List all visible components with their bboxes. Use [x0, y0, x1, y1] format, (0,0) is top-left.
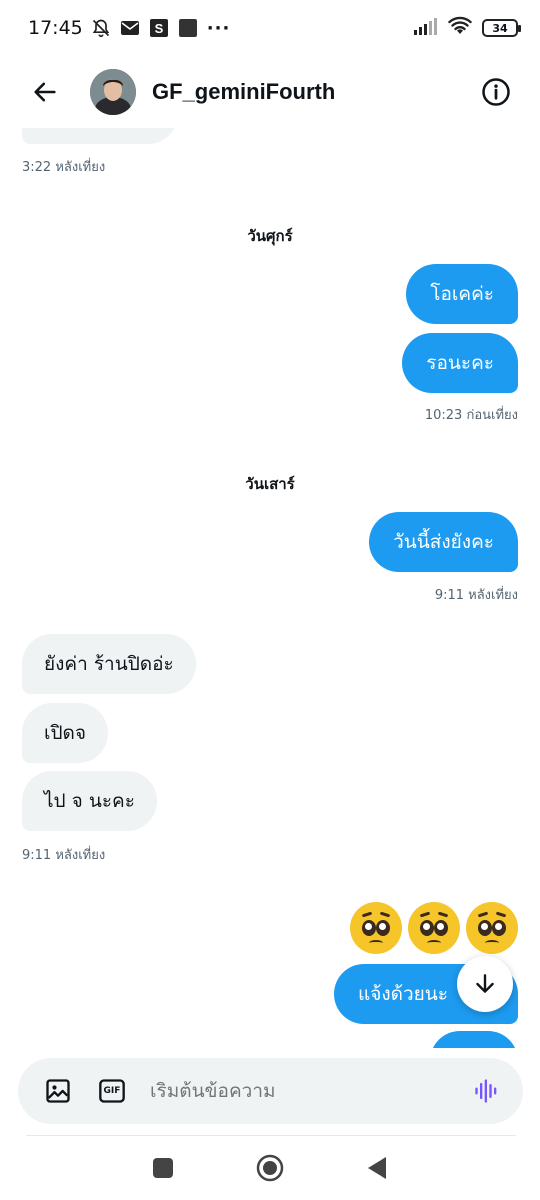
- status-time: 17:45: [28, 17, 83, 39]
- system-nav-bar: [0, 1136, 540, 1200]
- message-list[interactable]: 3:22 หลังเที่ยง วันศุกร์ โอเคค่ะ รอนะคะ …: [0, 128, 540, 1048]
- notifications-off-icon: [91, 18, 111, 38]
- contact-name[interactable]: GF_geminiFourth: [152, 79, 335, 105]
- home-button[interactable]: [246, 1144, 294, 1192]
- voice-waveform-icon: [475, 1079, 497, 1103]
- signal-icon: [414, 17, 438, 39]
- pleading-face-icon: [466, 902, 518, 954]
- mail-icon: [120, 20, 140, 36]
- info-button[interactable]: [474, 70, 518, 114]
- image-icon: [46, 1079, 70, 1103]
- gif-button[interactable]: GIF: [96, 1075, 128, 1107]
- gif-label: GIF: [103, 1086, 121, 1096]
- conversation-header: GF_geminiFourth: [0, 56, 540, 128]
- message-timestamp: 9:11 หลังเที่ยง: [434, 588, 518, 603]
- message-bubble-outgoing[interactable]: วันนี้ส่งยังคะ: [369, 512, 518, 572]
- avatar[interactable]: [90, 69, 136, 115]
- circle-icon: [256, 1154, 284, 1182]
- image-button[interactable]: [42, 1075, 74, 1107]
- back-nav-button[interactable]: [353, 1144, 401, 1192]
- message-bubble-outgoing-partial[interactable]: [430, 1031, 518, 1048]
- s-app-icon: S: [149, 18, 169, 38]
- message-bubble-outgoing[interactable]: โอเคค่ะ: [406, 264, 518, 324]
- message-timestamp: 10:23 ก่อนเที่ยง: [424, 408, 518, 423]
- message-input[interactable]: [150, 1080, 469, 1102]
- pleading-face-icon: [408, 902, 460, 954]
- back-arrow-icon: [34, 82, 56, 102]
- status-bar: 17:45 S ··· 34: [0, 0, 540, 56]
- svg-text:S: S: [154, 21, 163, 36]
- triangle-back-icon: [367, 1157, 386, 1179]
- arrow-down-icon: [476, 974, 494, 993]
- date-separator-saturday: วันเสาร์: [245, 475, 295, 493]
- date-separator-friday: วันศุกร์: [247, 227, 293, 245]
- scroll-to-bottom-button[interactable]: [457, 956, 513, 1012]
- back-button[interactable]: [22, 69, 68, 115]
- message-timestamp: 3:22 หลังเที่ยง: [22, 160, 106, 175]
- more-icon: ···: [206, 17, 231, 39]
- message-bubble-incoming[interactable]: ไป จ นะคะ: [22, 771, 157, 831]
- voice-message-button[interactable]: [469, 1073, 505, 1109]
- message-timestamp: 9:11 หลังเที่ยง: [22, 848, 106, 863]
- emoji-message[interactable]: [350, 902, 518, 954]
- message-bubble-incoming[interactable]: ยังค่า ร้านปิดอ่ะ: [22, 634, 196, 694]
- message-composer: GIF: [18, 1058, 523, 1124]
- pleading-face-icon: [350, 902, 402, 954]
- message-bubble-incoming[interactable]: เปิดจ: [22, 703, 109, 763]
- info-icon: [482, 78, 510, 106]
- battery-icon: 34: [482, 19, 521, 37]
- square-app-icon: [178, 18, 198, 38]
- square-icon: [153, 1158, 174, 1178]
- message-bubble-incoming-partial[interactable]: [22, 128, 178, 144]
- wifi-icon: [448, 16, 472, 40]
- status-right: 34: [414, 16, 521, 40]
- message-bubble-outgoing[interactable]: รอนะคะ: [402, 333, 518, 393]
- recents-button[interactable]: [139, 1144, 187, 1192]
